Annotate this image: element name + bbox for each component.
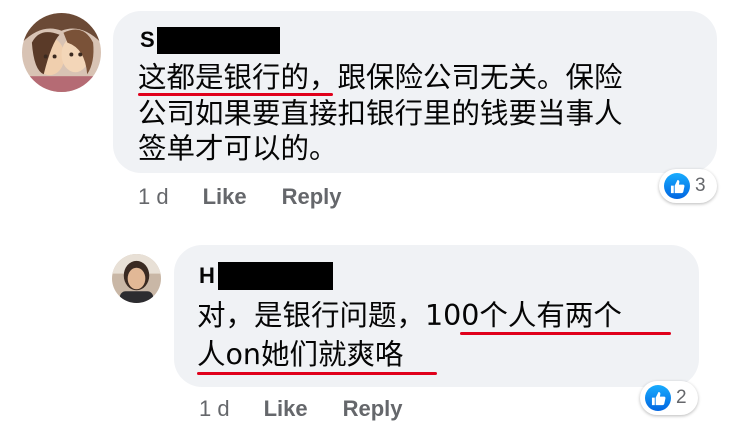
- comment-text-line: 签单才可以的。: [138, 132, 338, 165]
- avatar[interactable]: [22, 13, 101, 92]
- reaction-summary[interactable]: 2: [640, 381, 698, 415]
- comment-actions: 1 d Like Reply: [138, 183, 342, 211]
- thumbs-up-icon: [645, 385, 671, 411]
- comment-text-line: 这都是银行的，跟保险公司无关。保险: [138, 61, 623, 94]
- avatar[interactable]: [112, 254, 161, 303]
- like-button[interactable]: Like: [264, 396, 308, 422]
- reaction-summary[interactable]: 3: [659, 169, 717, 203]
- like-button[interactable]: Like: [203, 184, 247, 210]
- highlight-underline: [138, 93, 333, 96]
- thumbs-up-icon: [664, 173, 690, 199]
- highlight-underline: [460, 332, 671, 335]
- redaction-bar: [217, 262, 333, 290]
- reply-button[interactable]: Reply: [343, 396, 403, 422]
- redaction-bar: [156, 26, 280, 54]
- author-name[interactable]: S: [140, 27, 155, 53]
- reaction-count: 2: [676, 387, 687, 408]
- avatar-illustration: [22, 13, 101, 92]
- comment-author[interactable]: H: [199, 261, 333, 291]
- comment-author[interactable]: S: [140, 26, 280, 54]
- reaction-count: 3: [695, 175, 706, 196]
- highlight-underline: [197, 372, 437, 375]
- author-name[interactable]: H: [199, 263, 215, 289]
- comment-actions: 1 d Like Reply: [199, 395, 403, 423]
- reply-button[interactable]: Reply: [282, 184, 342, 210]
- comment-timestamp[interactable]: 1 d: [199, 396, 230, 422]
- comment-text-line: 对，是银行问题，100个人有两个: [197, 299, 622, 332]
- comment-text-line: 人on她们就爽咯: [197, 338, 404, 371]
- comment-text-line: 公司如果要直接扣银行里的钱要当事人: [138, 97, 623, 130]
- avatar-photo: [112, 254, 161, 303]
- comment-timestamp[interactable]: 1 d: [138, 184, 169, 210]
